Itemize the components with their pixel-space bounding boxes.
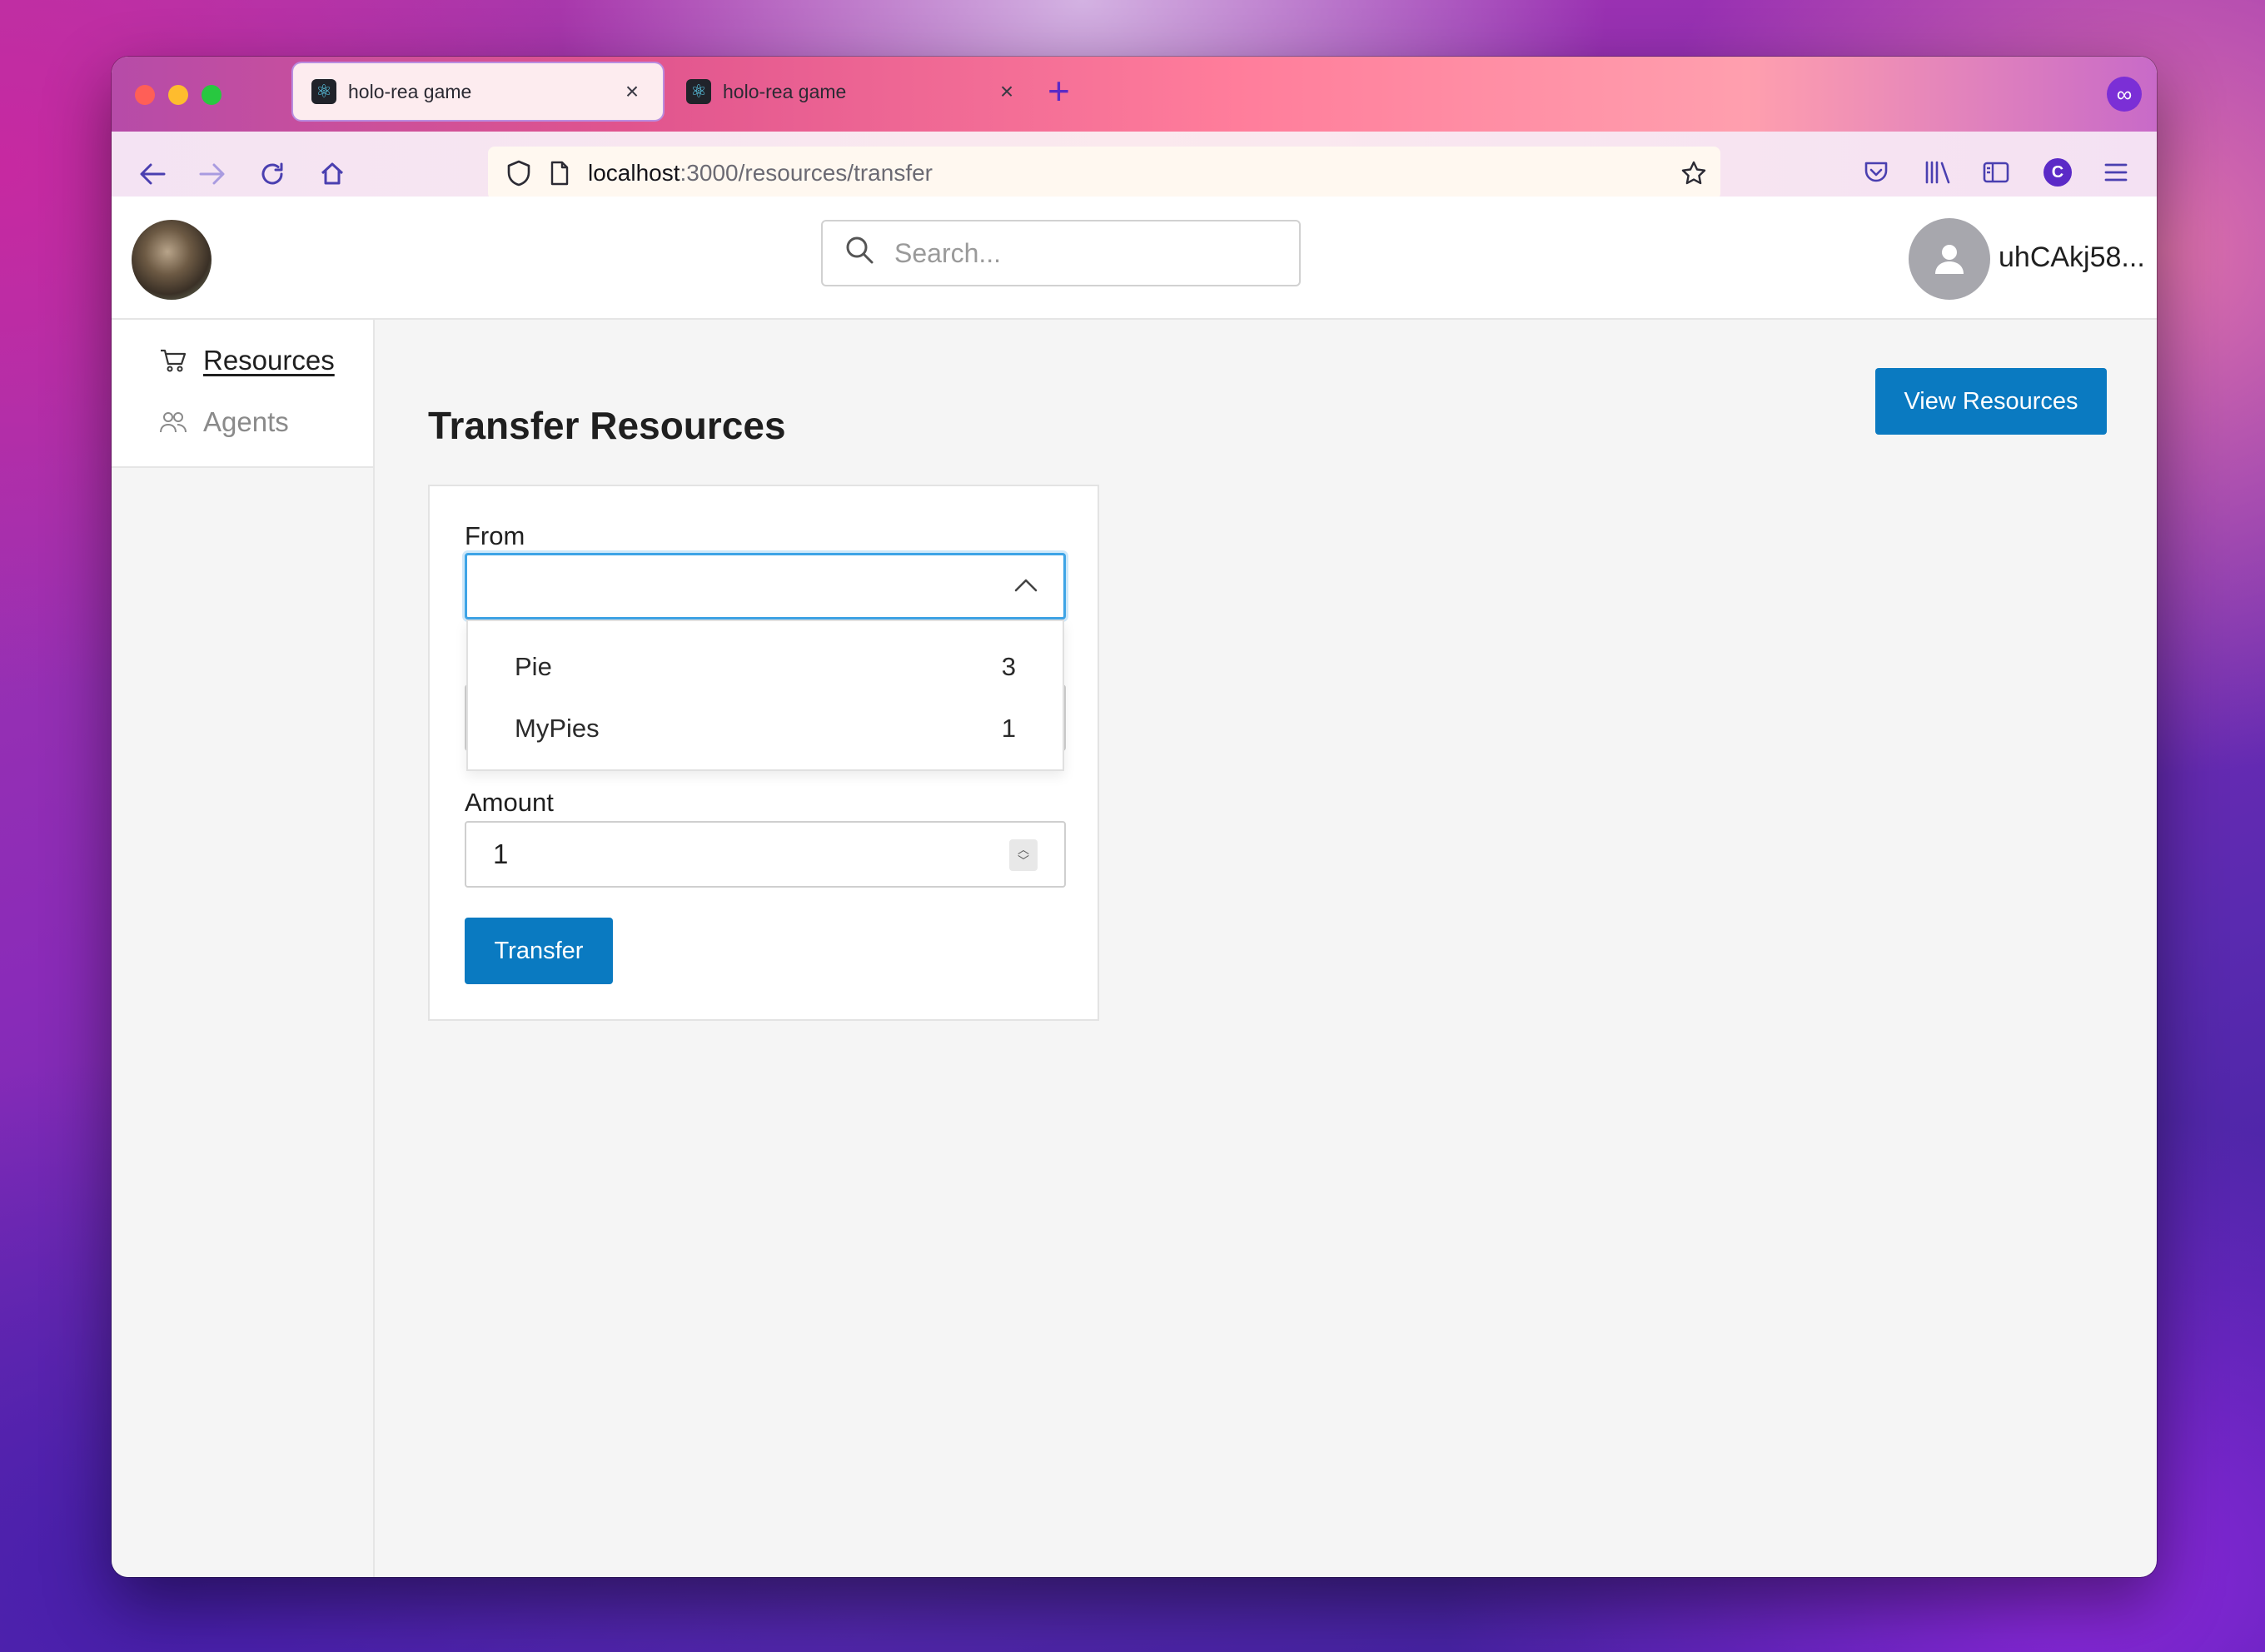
browser-window: ⚛ holo-rea game × ⚛ holo-rea game × + ∞ (112, 57, 2157, 1577)
library-icon[interactable] (1919, 153, 1957, 192)
forward-arrow-icon[interactable] (193, 155, 231, 193)
minimize-window-button[interactable] (168, 85, 188, 105)
url-host: localhost (588, 160, 680, 186)
back-arrow-icon[interactable] (133, 155, 172, 193)
main-content: Transfer Resources View Resources From P… (376, 320, 2157, 1577)
amount-stepper[interactable]: ︿ ﹀ (1009, 839, 1038, 871)
user-avatar[interactable] (1909, 218, 1990, 300)
user-icon (1935, 245, 1964, 274)
from-label: From (465, 521, 525, 550)
private-browsing-icon[interactable]: ∞ (2107, 77, 2142, 112)
search-box[interactable] (821, 220, 1301, 286)
view-resources-button[interactable]: View Resources (1875, 368, 2107, 435)
address-bar[interactable]: localhost:3000/resources/transfer (488, 147, 1720, 200)
tab-strip: ⚛ holo-rea game × ⚛ holo-rea game × + ∞ (112, 57, 2157, 132)
cart-icon (158, 346, 188, 376)
shield-icon[interactable] (506, 160, 531, 187)
sidebar-item-agents[interactable]: Agents (158, 406, 289, 438)
reload-icon[interactable] (253, 155, 291, 193)
close-tab-icon[interactable]: × (620, 78, 645, 105)
transfer-button[interactable]: Transfer (465, 918, 613, 984)
app-logo-avatar[interactable] (132, 220, 212, 300)
browser-tab[interactable]: ⚛ holo-rea game × (668, 63, 1038, 120)
option-label: MyPies (515, 714, 600, 743)
option-count: 3 (1001, 652, 1016, 681)
users-icon (158, 407, 188, 437)
search-input[interactable] (894, 237, 1261, 269)
close-window-button[interactable] (135, 85, 155, 105)
option-label: Pie (515, 652, 552, 681)
app-header-bar: uhCAkj58... (112, 198, 2157, 320)
transfer-form: From Pie 3 MyPies 1 Amount 1 ︿ ﹀ Transfe… (428, 485, 1099, 1021)
browser-tab-active[interactable]: ⚛ holo-rea game × (293, 63, 663, 120)
amount-value: 1 (493, 838, 509, 869)
url-path: :3000/resources/transfer (680, 160, 933, 186)
chevron-down-icon[interactable]: ﹀ (1018, 855, 1029, 867)
bookmark-star-icon[interactable] (1680, 160, 1707, 187)
amount-label: Amount (465, 788, 554, 817)
dropdown-option-mypies[interactable]: MyPies 1 (468, 698, 1063, 759)
pocket-icon[interactable] (1857, 153, 1895, 192)
sidebar-item-label: Resources (203, 345, 335, 376)
home-icon[interactable] (313, 155, 351, 193)
page-title: Transfer Resources (428, 404, 786, 447)
from-dropdown-menu: Pie 3 MyPies 1 (466, 620, 1064, 771)
menu-icon[interactable] (2097, 153, 2135, 192)
react-icon: ⚛ (686, 79, 711, 104)
profile-avatar[interactable]: C (2043, 158, 2072, 187)
dropdown-option-pie[interactable]: Pie 3 (468, 636, 1063, 698)
sidebar-toggle-icon[interactable] (1977, 153, 2015, 192)
from-select[interactable] (465, 553, 1066, 620)
page-icon (550, 161, 570, 186)
amount-input[interactable]: 1 ︿ ﹀ (465, 821, 1066, 888)
tab-title: holo-rea game (723, 80, 847, 102)
sidebar-item-label: Agents (203, 406, 289, 437)
chevron-up-icon[interactable] (1012, 572, 1040, 600)
sidebar-item-resources[interactable]: Resources (158, 345, 335, 376)
react-icon: ⚛ (311, 79, 336, 104)
tab-title: holo-rea game (348, 80, 472, 102)
sidebar-nav: Resources Agents (112, 320, 373, 468)
close-tab-icon[interactable]: × (994, 78, 1019, 105)
chevron-up-icon[interactable]: ︿ (1018, 843, 1029, 855)
username[interactable]: uhCAkj58... (1999, 241, 2145, 274)
zoom-window-button[interactable] (202, 85, 222, 105)
sidebar: Resources Agents (112, 320, 375, 1577)
option-count: 1 (1001, 714, 1016, 743)
search-icon (844, 235, 874, 272)
new-tab-button[interactable]: + (1048, 72, 1070, 110)
